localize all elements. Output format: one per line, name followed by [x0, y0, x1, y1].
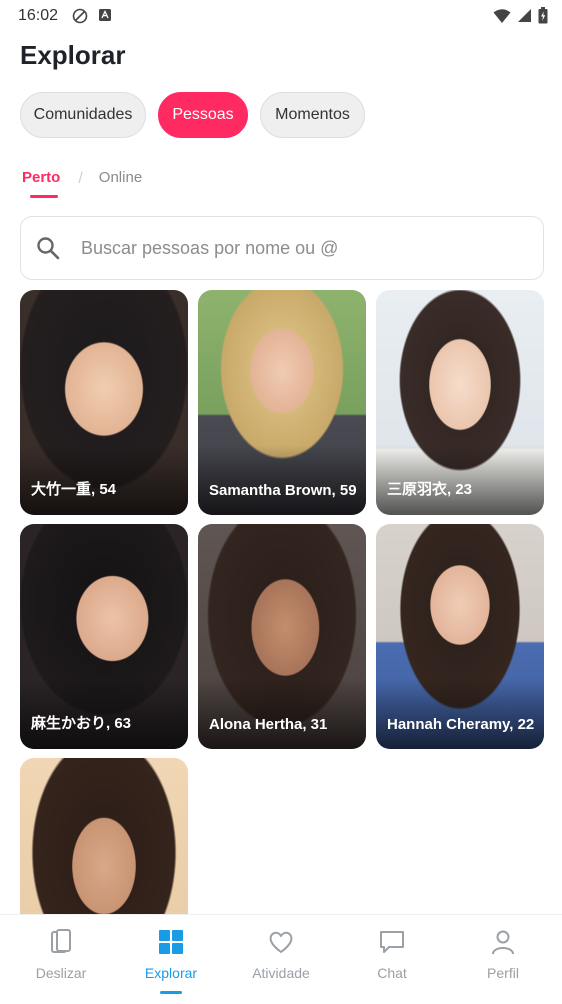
person-card[interactable]: Alona Hertha, 31 [198, 524, 366, 749]
nav-atividade[interactable]: Atividade [225, 915, 337, 1004]
person-card[interactable]: Hannah Cheramy, 22 [376, 524, 544, 749]
signal-icon [518, 9, 531, 22]
search-icon [37, 237, 60, 260]
person-name: 大竹一重, 54 [31, 481, 117, 498]
bottom-navigation: Deslizar Explorar Atividade Chat Perfil [0, 914, 562, 1004]
tab-momentos[interactable]: Momentos [260, 92, 365, 138]
person-name: 三原羽衣, 23 [387, 481, 473, 498]
person-card[interactable] [20, 758, 188, 914]
explore-category-tabs: Comunidades Pessoas Momentos [20, 92, 365, 138]
nav-label: Explorar [144, 965, 198, 981]
person-name: Hannah Cheramy, 22 [387, 716, 535, 733]
chat-bubble-icon [380, 931, 404, 953]
person-name: 麻生かおり, 63 [31, 715, 132, 732]
subtab-divider: / [78, 170, 83, 187]
app-notification-icon [99, 9, 111, 21]
person-name: Alona Hertha, 31 [209, 716, 328, 733]
subtab-perto[interactable]: Perto [22, 169, 60, 198]
do-not-disturb-icon [72, 8, 88, 24]
people-grid: 大竹一重, 54 Samantha Brown, 59 三原羽衣, 23 麻生か… [20, 290, 544, 914]
nav-chat[interactable]: Chat [336, 915, 448, 1004]
battery-icon [538, 7, 548, 24]
nav-deslizar[interactable]: Deslizar [5, 915, 117, 1004]
nav-explorar[interactable]: Explorar [115, 915, 227, 1004]
nav-label: Deslizar [35, 965, 87, 981]
person-name: Samantha Brown, 59 [209, 482, 357, 499]
wifi-icon [493, 8, 511, 23]
tab-comunidades[interactable]: Comunidades [20, 92, 146, 138]
person-card[interactable]: 三原羽衣, 23 [376, 290, 544, 515]
heart-icon [269, 931, 293, 953]
page-title: Explorar [20, 40, 126, 70]
person-photo [20, 758, 188, 914]
person-card[interactable]: 麻生かおり, 63 [20, 524, 188, 749]
person-icon [492, 930, 514, 955]
status-bar: 16:02 [0, 0, 562, 34]
subtab-online[interactable]: Online [99, 169, 142, 186]
nav-label: Perfil [487, 965, 519, 981]
nav-perfil[interactable]: Perfil [447, 915, 559, 1004]
person-card[interactable]: 大竹一重, 54 [20, 290, 188, 515]
cards-icon [51, 929, 71, 953]
nav-label: Atividade [252, 965, 310, 981]
grid-icon [159, 930, 183, 954]
nav-label: Chat [377, 965, 407, 981]
search-input[interactable] [81, 237, 501, 259]
person-card[interactable]: Samantha Brown, 59 [198, 290, 366, 515]
tab-pessoas[interactable]: Pessoas [158, 92, 248, 138]
status-time: 16:02 [18, 7, 59, 24]
active-indicator [160, 991, 182, 994]
search-bar [20, 216, 544, 280]
people-filter-tabs: Perto / Online [22, 168, 142, 198]
